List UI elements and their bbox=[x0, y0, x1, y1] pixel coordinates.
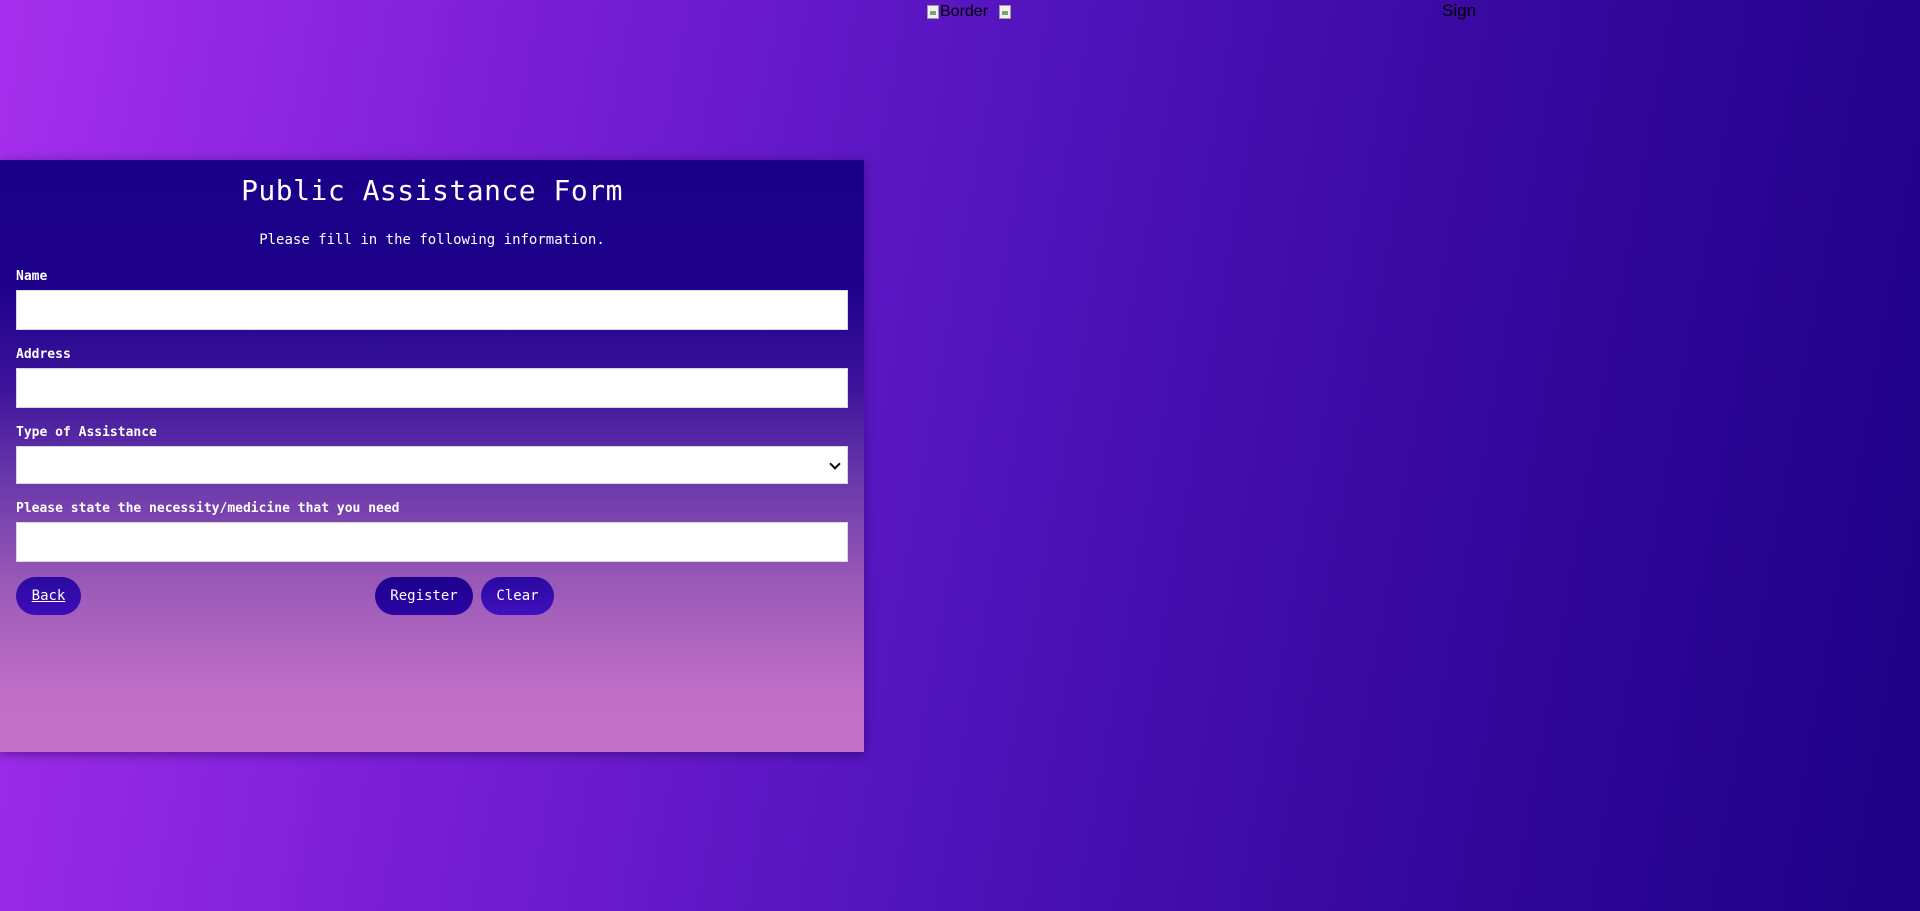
address-input[interactable] bbox=[16, 368, 848, 408]
address-label: Address bbox=[16, 347, 71, 362]
border-image-alt-text: Border bbox=[940, 3, 989, 20]
necessity-input[interactable] bbox=[16, 522, 848, 562]
back-button[interactable]: Back bbox=[16, 577, 81, 615]
name-input[interactable] bbox=[16, 290, 848, 330]
top-bar: Border Sign bbox=[0, 0, 1920, 24]
necessity-label: Please state the necessity/medicine that… bbox=[16, 501, 400, 516]
blank-image bbox=[999, 3, 1012, 21]
assistance-type-select[interactable] bbox=[16, 446, 848, 484]
form-subtitle: Please fill in the following information… bbox=[259, 232, 605, 248]
form-title: Public Assistance Form bbox=[241, 174, 623, 207]
assistance-type-label: Type of Assistance bbox=[16, 425, 157, 440]
chevron-down-icon bbox=[829, 458, 841, 470]
border-image: Border bbox=[927, 3, 988, 21]
broken-image-icon bbox=[999, 5, 1011, 19]
sign-text[interactable]: Sign bbox=[1442, 1, 1476, 21]
register-button[interactable]: Register bbox=[375, 577, 473, 615]
clear-button[interactable]: Clear bbox=[481, 577, 554, 615]
public-assistance-form: Public Assistance Form Please fill in th… bbox=[0, 160, 864, 752]
broken-image-icon bbox=[927, 5, 939, 19]
name-label: Name bbox=[16, 269, 48, 284]
